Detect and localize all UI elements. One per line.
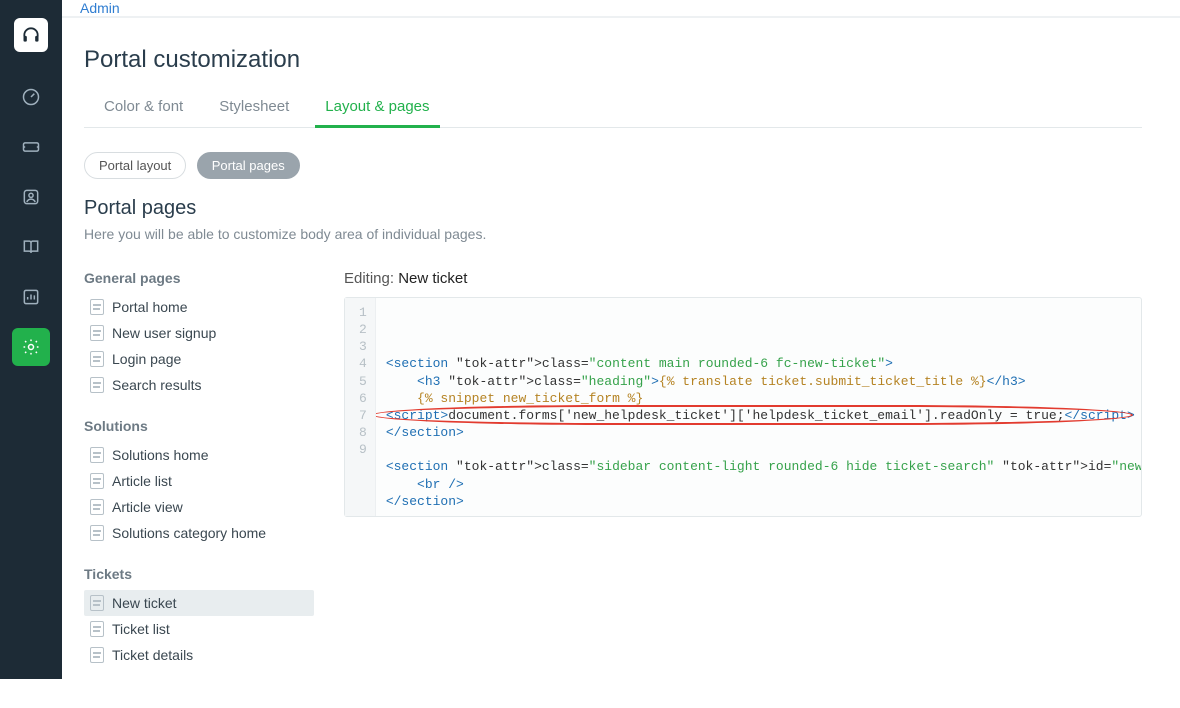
code-editor[interactable]: 123456789 <section "tok-attr">class="con… [344, 297, 1142, 517]
breadcrumb-admin[interactable]: Admin [80, 0, 120, 16]
nav-item-login-page[interactable]: Login page [84, 346, 314, 372]
nav-item-article-list[interactable]: Article list [84, 468, 314, 494]
nav-item-label: Portal home [112, 299, 187, 315]
dashboard-icon[interactable] [12, 78, 50, 116]
knowledge-icon[interactable] [12, 228, 50, 266]
nav-group-general: General pages [84, 270, 314, 286]
doc-icon [90, 595, 104, 611]
pill-portal-pages[interactable]: Portal pages [197, 152, 300, 179]
code-gutter: 123456789 [345, 298, 376, 516]
doc-icon [90, 647, 104, 663]
doc-icon [90, 377, 104, 393]
section-heading: Portal pages [84, 197, 1142, 220]
editing-target: New ticket [398, 270, 467, 287]
nav-item-label: Solutions home [112, 447, 209, 463]
nav-item-article-view[interactable]: Article view [84, 494, 314, 520]
tab-color-font[interactable]: Color & font [104, 92, 183, 127]
nav-item-solutions-home[interactable]: Solutions home [84, 442, 314, 468]
nav-item-label: Article view [112, 499, 183, 515]
nav-item-portal-home[interactable]: Portal home [84, 294, 314, 320]
doc-icon [90, 499, 104, 515]
doc-icon [90, 351, 104, 367]
topbar: Admin [62, 0, 1180, 16]
nav-item-label: New ticket [112, 595, 177, 611]
main-area: Admin Portal customization Color & font … [62, 0, 1180, 679]
doc-icon [90, 621, 104, 637]
left-nav-rail [0, 0, 62, 679]
nav-item-label: Ticket details [112, 647, 193, 663]
nav-item-new-user-signup[interactable]: New user signup [84, 320, 314, 346]
section-description: Here you will be able to customize body … [84, 226, 1142, 242]
nav-item-label: New user signup [112, 325, 216, 341]
tab-layout-pages[interactable]: Layout & pages [325, 92, 429, 127]
nav-item-label: Solutions category home [112, 525, 266, 541]
nav-item-ticket-list[interactable]: Ticket list [84, 616, 314, 642]
editor-area: Editing: New ticket 123456789 <section "… [344, 270, 1142, 517]
doc-icon [90, 447, 104, 463]
editing-label: Editing: [344, 270, 394, 287]
nav-item-ticket-details[interactable]: Ticket details [84, 642, 314, 668]
nav-item-label: Login page [112, 351, 181, 367]
code-content[interactable]: <section "tok-attr">class="content main … [376, 298, 1141, 516]
nav-item-solutions-category-home[interactable]: Solutions category home [84, 520, 314, 546]
doc-icon [90, 473, 104, 489]
nav-item-label: Search results [112, 377, 201, 393]
tab-strip: Color & font Stylesheet Layout & pages [84, 92, 1142, 128]
settings-icon[interactable] [12, 328, 50, 366]
app-logo[interactable] [14, 18, 48, 52]
nav-item-search-results[interactable]: Search results [84, 372, 314, 398]
page-title: Portal customization [84, 46, 1142, 74]
nav-item-new-ticket[interactable]: New ticket [84, 590, 314, 616]
tickets-icon[interactable] [12, 128, 50, 166]
reports-icon[interactable] [12, 278, 50, 316]
doc-icon [90, 325, 104, 341]
sub-tab-row: Portal layout Portal pages [84, 152, 1142, 179]
contacts-icon[interactable] [12, 178, 50, 216]
editing-indicator: Editing: New ticket [344, 270, 1142, 287]
nav-item-label: Article list [112, 473, 172, 489]
nav-group-solutions: Solutions [84, 418, 314, 434]
page-nav: General pages Portal home New user signu… [84, 270, 314, 668]
tab-stylesheet[interactable]: Stylesheet [219, 92, 289, 127]
doc-icon [90, 299, 104, 315]
pill-portal-layout[interactable]: Portal layout [84, 152, 186, 179]
nav-item-label: Ticket list [112, 621, 170, 637]
doc-icon [90, 525, 104, 541]
nav-group-tickets: Tickets [84, 566, 314, 582]
